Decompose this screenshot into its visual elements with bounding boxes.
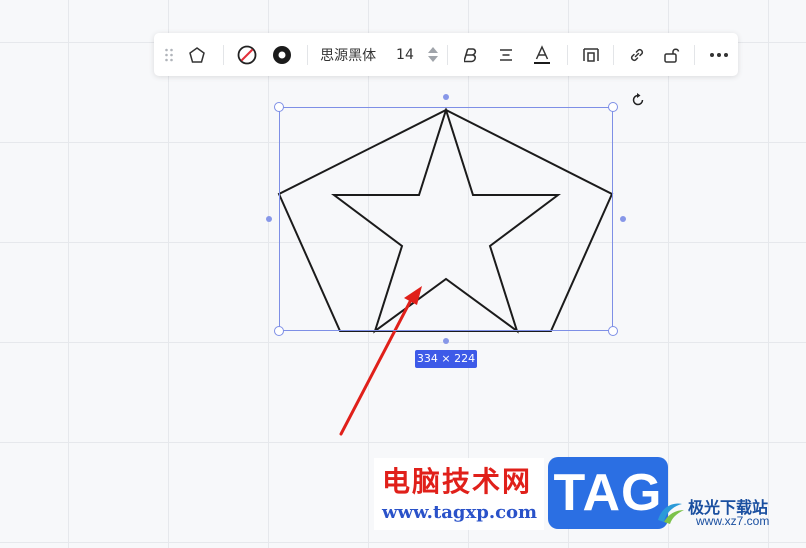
aurora-logo-icon (658, 503, 684, 524)
shape-type-button[interactable] (178, 33, 217, 76)
resize-handle-top[interactable] (443, 94, 449, 100)
chevron-down-icon[interactable] (427, 56, 438, 62)
floating-toolbar: 思源黑体 14 (154, 33, 738, 76)
pentagon-icon (189, 46, 206, 63)
resize-handle-top-left[interactable] (274, 102, 284, 112)
link-button[interactable] (620, 33, 654, 76)
text-color-icon (534, 44, 551, 64)
resize-handle-top-right[interactable] (608, 102, 618, 112)
resize-handle-right[interactable] (620, 216, 626, 222)
font-size-stepper[interactable] (424, 33, 442, 76)
align-center-icon (499, 48, 512, 61)
resize-handle-bottom[interactable] (443, 338, 449, 344)
toolbar-divider (307, 44, 309, 65)
bold-icon (464, 47, 477, 62)
resize-handle-left[interactable] (266, 216, 272, 222)
selection-box (279, 107, 613, 331)
size-badge: 334 × 224 (415, 350, 477, 368)
resize-handle-bottom-right[interactable] (608, 326, 618, 336)
lock-button[interactable] (654, 33, 688, 76)
watermark-site-name: 电脑技术网 (382, 465, 533, 498)
toolbar-divider (693, 44, 695, 65)
watermark-site-banner: 电脑技术网 www.tagxp.com (374, 458, 544, 530)
watermark-tag-logo: TAG (548, 457, 668, 529)
align-button[interactable] (488, 33, 524, 76)
more-icon (710, 52, 729, 57)
stroke-circle-icon (273, 45, 292, 64)
no-fill-icon (237, 45, 257, 64)
toolbar-divider (613, 44, 615, 65)
chevron-up-icon[interactable] (427, 47, 438, 53)
text-color-button[interactable] (524, 33, 561, 76)
resize-handle-bottom-left[interactable] (274, 326, 284, 336)
rotate-icon[interactable] (630, 92, 646, 108)
text-position-button[interactable] (574, 33, 608, 76)
watermark-right-logo: 极光下载站 www.xz7.com (654, 492, 804, 532)
watermark-right-url: www.xz7.com (696, 514, 770, 528)
bold-button[interactable] (454, 33, 488, 76)
toolbar-divider (566, 44, 568, 65)
toolbar-divider (447, 44, 449, 65)
more-options-button[interactable] (701, 33, 738, 76)
font-size-input[interactable]: 14 (390, 33, 420, 76)
font-family-select[interactable]: 思源黑体 (314, 33, 382, 76)
watermark-site-url: www.tagxp.com (382, 502, 538, 523)
drag-handle-icon[interactable] (160, 33, 178, 76)
text-position-icon (582, 47, 599, 62)
link-icon (631, 48, 644, 61)
fill-color-button[interactable] (230, 33, 264, 76)
unlock-icon (664, 47, 680, 63)
toolbar-divider (223, 44, 225, 65)
stroke-color-button[interactable] (264, 33, 301, 76)
